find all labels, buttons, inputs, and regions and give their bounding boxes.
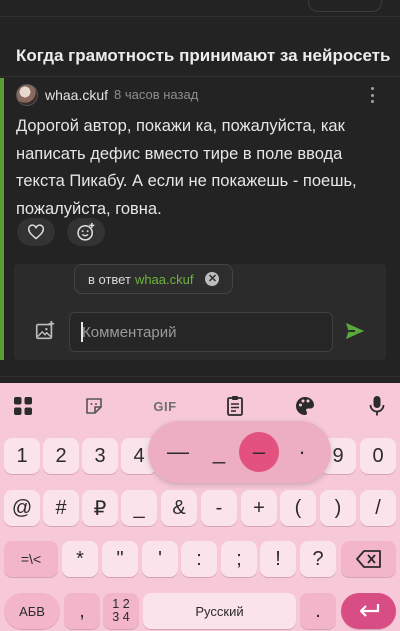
gif-button[interactable]: GIF xyxy=(150,395,180,417)
enter-key[interactable] xyxy=(341,593,396,629)
backspace-icon xyxy=(355,550,381,568)
key-hyphen[interactable]: - xyxy=(201,490,237,526)
page-area: Когда грамотность принимают за нейросеть… xyxy=(0,0,400,383)
microphone-icon[interactable] xyxy=(366,395,388,417)
key-1[interactable]: 1 xyxy=(4,438,40,474)
space-key[interactable]: Русский xyxy=(143,593,296,629)
comment-text: Дорогой автор, покажи ка, пожалуйста, ка… xyxy=(16,117,357,218)
add-reaction-button[interactable] xyxy=(67,218,105,246)
enter-icon xyxy=(359,604,379,617)
key-single-quote[interactable]: ' xyxy=(142,541,178,577)
numpad-label-bottom: 3 4 xyxy=(112,610,130,624)
comment-author[interactable]: whaa.ckuf xyxy=(45,87,108,103)
key-exclamation[interactable]: ! xyxy=(260,541,296,577)
language-switch-key[interactable]: АБВ xyxy=(4,593,60,629)
backspace-key[interactable] xyxy=(341,541,396,577)
top-button-fragment[interactable] xyxy=(308,0,382,12)
avatar[interactable] xyxy=(16,84,38,106)
key-more-symbols[interactable]: =\< xyxy=(4,541,58,577)
comment-input[interactable] xyxy=(69,312,333,352)
divider xyxy=(0,16,400,17)
popup-key-em-dash[interactable]: — xyxy=(160,421,196,483)
key-comma[interactable]: , xyxy=(64,593,100,629)
divider xyxy=(0,76,400,77)
key-underscore[interactable]: _ xyxy=(121,490,157,526)
clipboard-icon[interactable] xyxy=(224,395,246,417)
comment-thread-line[interactable] xyxy=(0,78,4,360)
text-cursor xyxy=(81,322,83,342)
post-title[interactable]: Когда грамотность принимают за нейросеть xyxy=(16,46,390,66)
close-icon[interactable]: ✕ xyxy=(205,272,220,286)
key-ruble[interactable]: ₽ xyxy=(82,490,118,526)
key-3[interactable]: 3 xyxy=(82,438,118,474)
key-0[interactable]: 0 xyxy=(360,438,396,474)
key-slash[interactable]: / xyxy=(360,490,396,526)
dash-variants-popup: — _ – · xyxy=(148,421,331,483)
popup-key-en-dash[interactable]: – xyxy=(239,432,279,472)
key-question[interactable]: ? xyxy=(300,541,336,577)
key-asterisk[interactable]: * xyxy=(62,541,98,577)
key-semicolon[interactable]: ; xyxy=(221,541,257,577)
key-paren-close[interactable]: ) xyxy=(320,490,356,526)
reply-nick: whaa.ckuf xyxy=(134,271,194,287)
divider xyxy=(0,376,400,377)
key-double-quote[interactable]: " xyxy=(102,541,138,577)
apps-grid-icon[interactable] xyxy=(12,395,34,417)
key-paren-open[interactable]: ( xyxy=(280,490,316,526)
reply-to-chip[interactable]: в ответ whaa.ckuf ✕ xyxy=(74,264,234,294)
screen: Когда грамотность принимают за нейросеть… xyxy=(0,0,400,631)
numpad-key[interactable]: 1 2 3 4 xyxy=(103,593,139,629)
send-button[interactable] xyxy=(344,321,368,343)
reply-prefix: в ответ xyxy=(88,271,131,287)
heart-icon xyxy=(28,224,44,240)
key-2[interactable]: 2 xyxy=(43,438,79,474)
palette-icon[interactable] xyxy=(294,395,316,417)
key-at[interactable]: @ xyxy=(4,490,40,526)
key-hash[interactable]: # xyxy=(43,490,79,526)
like-button[interactable] xyxy=(17,218,55,246)
popup-key-underscore[interactable]: _ xyxy=(201,421,237,483)
image-icon xyxy=(35,320,55,340)
attach-image-button[interactable] xyxy=(34,320,56,342)
comment-timestamp: 8 часов назад xyxy=(114,87,199,102)
sticker-icon[interactable] xyxy=(83,395,105,417)
key-period[interactable]: . xyxy=(300,593,336,629)
key-ampersand[interactable]: & xyxy=(161,490,197,526)
key-colon[interactable]: : xyxy=(181,541,217,577)
send-icon xyxy=(345,322,365,340)
key-plus[interactable]: + xyxy=(241,490,277,526)
popup-key-middle-dot[interactable]: · xyxy=(284,421,320,483)
more-options-icon[interactable] xyxy=(364,84,380,106)
smiley-plus-icon xyxy=(77,222,95,241)
